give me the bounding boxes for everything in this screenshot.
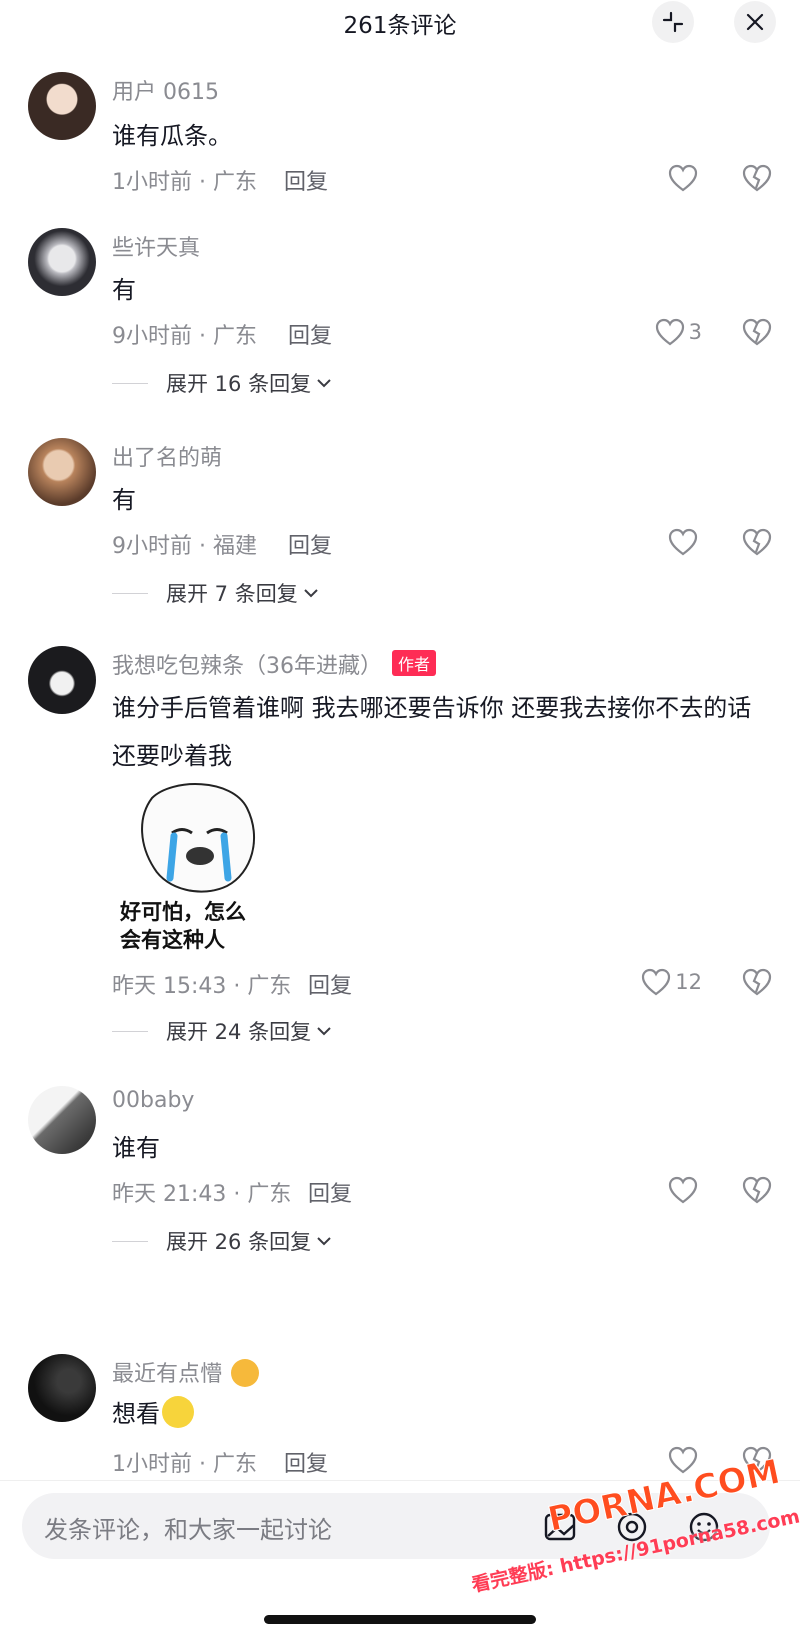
avatar[interactable] <box>28 1086 96 1154</box>
comment-meta: 9小时前 · 福建 <box>112 534 257 559</box>
comments-header: 261条评论 <box>0 0 800 44</box>
divider <box>112 1030 148 1032</box>
expand-replies-label: 展开 7 条回复 <box>166 582 298 606</box>
chevron-down-icon <box>317 1027 331 1036</box>
like-button[interactable] <box>668 160 702 196</box>
broken-heart-icon <box>742 528 772 556</box>
like-count: 3 <box>688 320 702 344</box>
sticker-caption: 好可怕，怎么 会有这种人 <box>120 900 246 952</box>
avatar[interactable] <box>28 438 96 506</box>
dislike-button[interactable] <box>742 1172 772 1208</box>
close-button[interactable] <box>734 1 776 43</box>
reply-button[interactable]: 回复 <box>288 318 332 350</box>
comment-meta: 1小时前 · 广东 <box>112 1452 257 1477</box>
comment-meta: 昨天 15:43 · 广东 <box>112 974 292 999</box>
comment-input-bar: 发条评论，和大家一起讨论 <box>0 1480 800 1636</box>
comment-meta: 1小时前 · 广东 <box>112 170 257 195</box>
heart-icon <box>642 968 671 996</box>
chevron-down-icon <box>317 379 331 388</box>
comment-text: 有 <box>112 486 136 514</box>
expand-replies-label: 展开 26 条回复 <box>166 1230 312 1254</box>
divider <box>112 592 148 594</box>
like-button[interactable]: 3 <box>655 314 702 350</box>
reply-button[interactable]: 回复 <box>288 528 332 560</box>
author-badge: 作者 <box>392 650 437 676</box>
dislike-button[interactable] <box>742 1442 772 1478</box>
reply-button[interactable]: 回复 <box>308 1176 352 1208</box>
username-text: 我想吃包辣条（36年进藏） <box>112 654 382 679</box>
image-icon[interactable] <box>542 1509 578 1545</box>
expand-replies-label: 展开 24 条回复 <box>166 1020 312 1044</box>
comment-text: 想看 <box>112 1390 194 1438</box>
broken-heart-icon <box>742 164 772 192</box>
expand-replies-button[interactable]: 展开 16 条回复 <box>112 368 333 398</box>
comment-username[interactable]: 最近有点懵 <box>112 1356 260 1388</box>
avatar[interactable] <box>28 72 96 140</box>
comment-username[interactable]: 出了名的萌 <box>112 440 222 472</box>
divider <box>112 382 148 384</box>
broken-heart-icon <box>742 1176 772 1204</box>
close-icon <box>746 13 764 31</box>
dislike-button[interactable] <box>742 160 772 196</box>
reply-button[interactable]: 回复 <box>284 164 328 196</box>
reply-button[interactable]: 回复 <box>284 1446 328 1478</box>
heart-icon <box>668 1446 698 1474</box>
like-button[interactable] <box>668 1172 702 1208</box>
broken-heart-icon <box>742 968 772 996</box>
broken-heart-icon <box>742 318 772 346</box>
chevron-down-icon <box>317 1237 331 1246</box>
comment-username[interactable]: 00baby <box>112 1088 194 1113</box>
chevron-down-icon <box>304 589 318 598</box>
heart-icon <box>668 1176 698 1204</box>
dislike-button[interactable] <box>742 524 772 560</box>
comment-username[interactable]: 我想吃包辣条（36年进藏） 作者 <box>112 648 437 680</box>
at-mention-icon[interactable] <box>614 1509 650 1545</box>
comment-text: 谁分手后管着谁啊 我去哪还要告诉你 还要我去接你不去的话还要吵着我 <box>112 694 752 770</box>
like-button[interactable] <box>668 1442 702 1478</box>
heart-icon <box>668 528 698 556</box>
avatar[interactable] <box>28 646 96 714</box>
divider <box>112 1240 148 1242</box>
comment-text-content: 想看 <box>112 1400 160 1428</box>
heart-icon <box>668 164 698 192</box>
smile-emoji-icon <box>162 1396 194 1428</box>
collapse-icon <box>662 11 684 33</box>
home-indicator <box>264 1615 536 1624</box>
broken-heart-icon <box>742 1446 772 1474</box>
like-button[interactable] <box>668 524 702 560</box>
comment-text: 有 <box>112 276 136 304</box>
comment-meta: 9小时前 · 广东 <box>112 324 257 349</box>
expand-replies-button[interactable]: 展开 26 条回复 <box>112 1226 333 1256</box>
emoji-icon[interactable] <box>686 1509 722 1545</box>
crying-face-icon <box>141 783 256 893</box>
avatar[interactable] <box>28 1354 96 1422</box>
reply-button[interactable]: 回复 <box>308 968 352 1000</box>
comment-input[interactable]: 发条评论，和大家一起讨论 <box>22 1493 770 1559</box>
like-button[interactable]: 12 <box>641 964 702 1000</box>
sticker-image[interactable]: 好可怕，怎么 会有这种人 <box>112 778 284 958</box>
comment-username[interactable]: 些许天真 <box>112 230 200 262</box>
exploding-head-emoji-icon <box>231 1359 260 1387</box>
heart-icon <box>655 318 684 346</box>
avatar[interactable] <box>28 228 96 296</box>
dislike-button[interactable] <box>742 314 772 350</box>
comment-input-placeholder: 发条评论，和大家一起讨论 <box>44 1516 332 1544</box>
username-text: 最近有点懵 <box>112 1362 223 1387</box>
expand-replies-button[interactable]: 展开 24 条回复 <box>112 1016 333 1046</box>
comment-text: 谁有瓜条。 <box>112 122 232 150</box>
dislike-button[interactable] <box>742 964 772 1000</box>
expand-replies-label: 展开 16 条回复 <box>166 372 312 396</box>
comment-text: 谁有 <box>112 1134 160 1162</box>
expand-replies-button[interactable]: 展开 7 条回复 <box>112 578 320 608</box>
collapse-button[interactable] <box>652 1 694 43</box>
comment-meta: 昨天 21:43 · 广东 <box>112 1182 292 1207</box>
comment-username[interactable]: 用户 0615 <box>112 74 219 106</box>
like-count: 12 <box>675 970 702 994</box>
